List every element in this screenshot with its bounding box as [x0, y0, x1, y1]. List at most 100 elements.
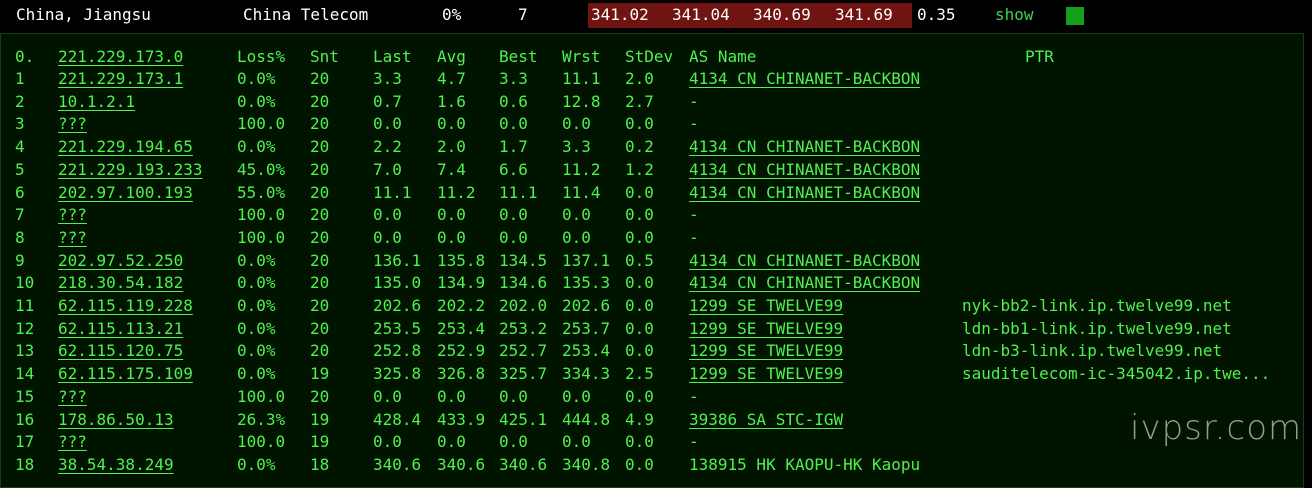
stdev-cell: 1.2 [625, 159, 654, 179]
hops-text: 7 [518, 5, 528, 24]
host-link[interactable]: 62.115.113.21 [58, 318, 183, 340]
last-cell: 0.7 [373, 91, 402, 111]
loss-cell: 0.0% [237, 296, 276, 315]
best-cell: 6.6 [499, 159, 528, 179]
host-link[interactable]: 221.229.173.1 [58, 68, 183, 90]
host-link[interactable]: 62.115.119.228 [58, 295, 193, 317]
avg-cell: 7.4 [437, 159, 466, 179]
header-stdev: StDev [625, 47, 674, 66]
snt-cell: 20 [310, 137, 330, 157]
ptr-cell: nyk-bb2-link.ip.twelve99.net [962, 296, 1232, 315]
best-cell: 1.7 [499, 137, 528, 157]
best-cell: 0.0 [499, 227, 528, 247]
host-link[interactable]: 221.229.193.233 [58, 159, 203, 181]
stdev-cell: 2.7 [625, 91, 654, 111]
watermark-logo: ivpsr.com [1130, 408, 1303, 448]
header-host[interactable]: 221.229.173.0 [58, 46, 183, 68]
table-row: 13 62.115.120.75 0.0% 20 252.8 252.9 252.7 253.… [1, 340, 1305, 362]
wrst-cell: 0.0 [562, 386, 591, 406]
host-link[interactable]: ??? [58, 227, 87, 249]
host-link[interactable]: 178.86.50.13 [58, 409, 174, 431]
stdev-cell: 0.0 [625, 341, 654, 361]
table-row: 6 202.97.100.193 55.0% 20 11.1 11.2 11.1 11.4 0.… [1, 182, 1305, 204]
host-link[interactable]: 62.115.175.109 [58, 363, 193, 385]
wrst-cell: 11.2 [562, 159, 601, 179]
host-link[interactable]: ??? [58, 386, 87, 408]
avg-cell: 340.6 [437, 454, 486, 474]
best-cell: 425.1 [499, 409, 548, 429]
best-cell: 0.6 [499, 91, 528, 111]
loss-cell: 0.0% [237, 341, 276, 361]
last-cell: 0.0 [373, 432, 402, 452]
snt-cell: 20 [310, 273, 330, 293]
last-cell: 0.0 [373, 227, 402, 247]
table-row: 18 38.54.38.249 0.0% 18 340.6 340.6 340.6 340.8… [1, 454, 1305, 476]
hop-number: 2 [15, 91, 25, 111]
last-cell: 0.0 [373, 205, 402, 225]
ptr-cell: ldn-bb1-link.ip.twelve99.net [962, 318, 1232, 338]
as-name-cell[interactable]: 4134 CN CHINANET-BACKBON [689, 182, 920, 204]
as-name-cell: - [689, 386, 699, 406]
hop-number: 17 [15, 432, 35, 452]
host-link[interactable]: 218.30.54.182 [58, 272, 183, 294]
host-link[interactable]: 10.1.2.1 [58, 91, 135, 113]
table-row: 3??? 100.0 20 0.0 0.0 0.0 0.0 0.0 - [1, 113, 1305, 135]
avg-cell: 202.2 [437, 296, 486, 315]
latency-value: 341.69 [835, 5, 893, 24]
as-name-cell[interactable]: 39386 SA STC-IGW [689, 409, 843, 431]
as-name-cell: - [689, 91, 699, 111]
loss-cell: 0.0% [237, 273, 276, 293]
snt-cell: 19 [310, 432, 330, 452]
wrst-cell: 137.1 [562, 250, 611, 270]
avg-cell: 252.9 [437, 341, 486, 361]
show-link[interactable]: show [995, 5, 1034, 25]
as-name-cell[interactable]: 4134 CN CHINANET-BACKBON [689, 68, 920, 90]
wrst-cell: 11.4 [562, 182, 601, 202]
hop-number: 13 [15, 341, 35, 361]
avg-cell: 253.4 [437, 318, 486, 338]
wrst-cell: 444.8 [562, 409, 611, 429]
stdev-cell: 0.2 [625, 137, 654, 157]
loss-cell: 55.0% [237, 182, 286, 202]
hop-number: 15 [15, 386, 35, 406]
stdev-cell: 0.0 [625, 318, 654, 338]
stdev-cell: 0.0 [625, 386, 654, 406]
loss-cell: 100.0 [237, 227, 286, 247]
as-name-cell[interactable]: 4134 CN CHINANET-BACKBON [689, 159, 920, 181]
last-cell: 253.5 [373, 318, 422, 338]
wrst-cell: 135.3 [562, 273, 611, 293]
host-link[interactable]: 202.97.100.193 [58, 182, 193, 204]
loss-cell: 100.0 [237, 114, 286, 134]
stdev-cell: 0.0 [625, 227, 654, 247]
host-link[interactable]: 38.54.38.249 [58, 454, 174, 476]
snt-cell: 20 [310, 114, 330, 134]
as-name-cell[interactable]: 4134 CN CHINANET-BACKBON [689, 136, 920, 158]
isp-text: China Telecom [243, 5, 369, 24]
summary-bar: China, Jiangsu China Telecom 0% 7 341.02… [0, 0, 1312, 30]
host-link[interactable]: ??? [58, 204, 87, 226]
as-name-cell[interactable]: 4134 CN CHINANET-BACKBON [689, 250, 920, 272]
host-link[interactable]: ??? [58, 113, 87, 135]
host-link[interactable]: ??? [58, 431, 87, 453]
as-name-cell[interactable]: 1299 SE TWELVE99 [689, 295, 843, 317]
host-link[interactable]: 202.97.52.250 [58, 250, 183, 272]
as-name-cell[interactable]: 1299 SE TWELVE99 [689, 363, 843, 385]
as-name-cell[interactable]: 1299 SE TWELVE99 [689, 318, 843, 340]
hop-number: 8 [15, 227, 25, 247]
table-row: 11 62.115.119.228 0.0% 20 202.6 202.2 202.0 202… [1, 295, 1305, 317]
host-link[interactable]: 62.115.120.75 [58, 340, 183, 362]
host-link[interactable]: 221.229.194.65 [58, 136, 193, 158]
last-cell: 136.1 [373, 250, 422, 270]
wrst-cell: 202.6 [562, 296, 611, 315]
last-cell: 428.4 [373, 409, 422, 429]
best-cell: 325.7 [499, 364, 548, 384]
last-cell: 0.0 [373, 114, 402, 134]
stdev-cell: 4.9 [625, 409, 654, 429]
as-name-cell[interactable]: 4134 CN CHINANET-BACKBON [689, 272, 920, 294]
as-name-cell[interactable]: 1299 SE TWELVE99 [689, 340, 843, 362]
snt-cell: 20 [310, 296, 330, 315]
location-text: China, Jiangsu [16, 5, 151, 24]
table-row: 10 218.30.54.182 0.0% 20 135.0 134.9 134.6 135.… [1, 272, 1305, 294]
snt-cell: 20 [310, 159, 330, 179]
avg-cell: 433.9 [437, 409, 486, 429]
